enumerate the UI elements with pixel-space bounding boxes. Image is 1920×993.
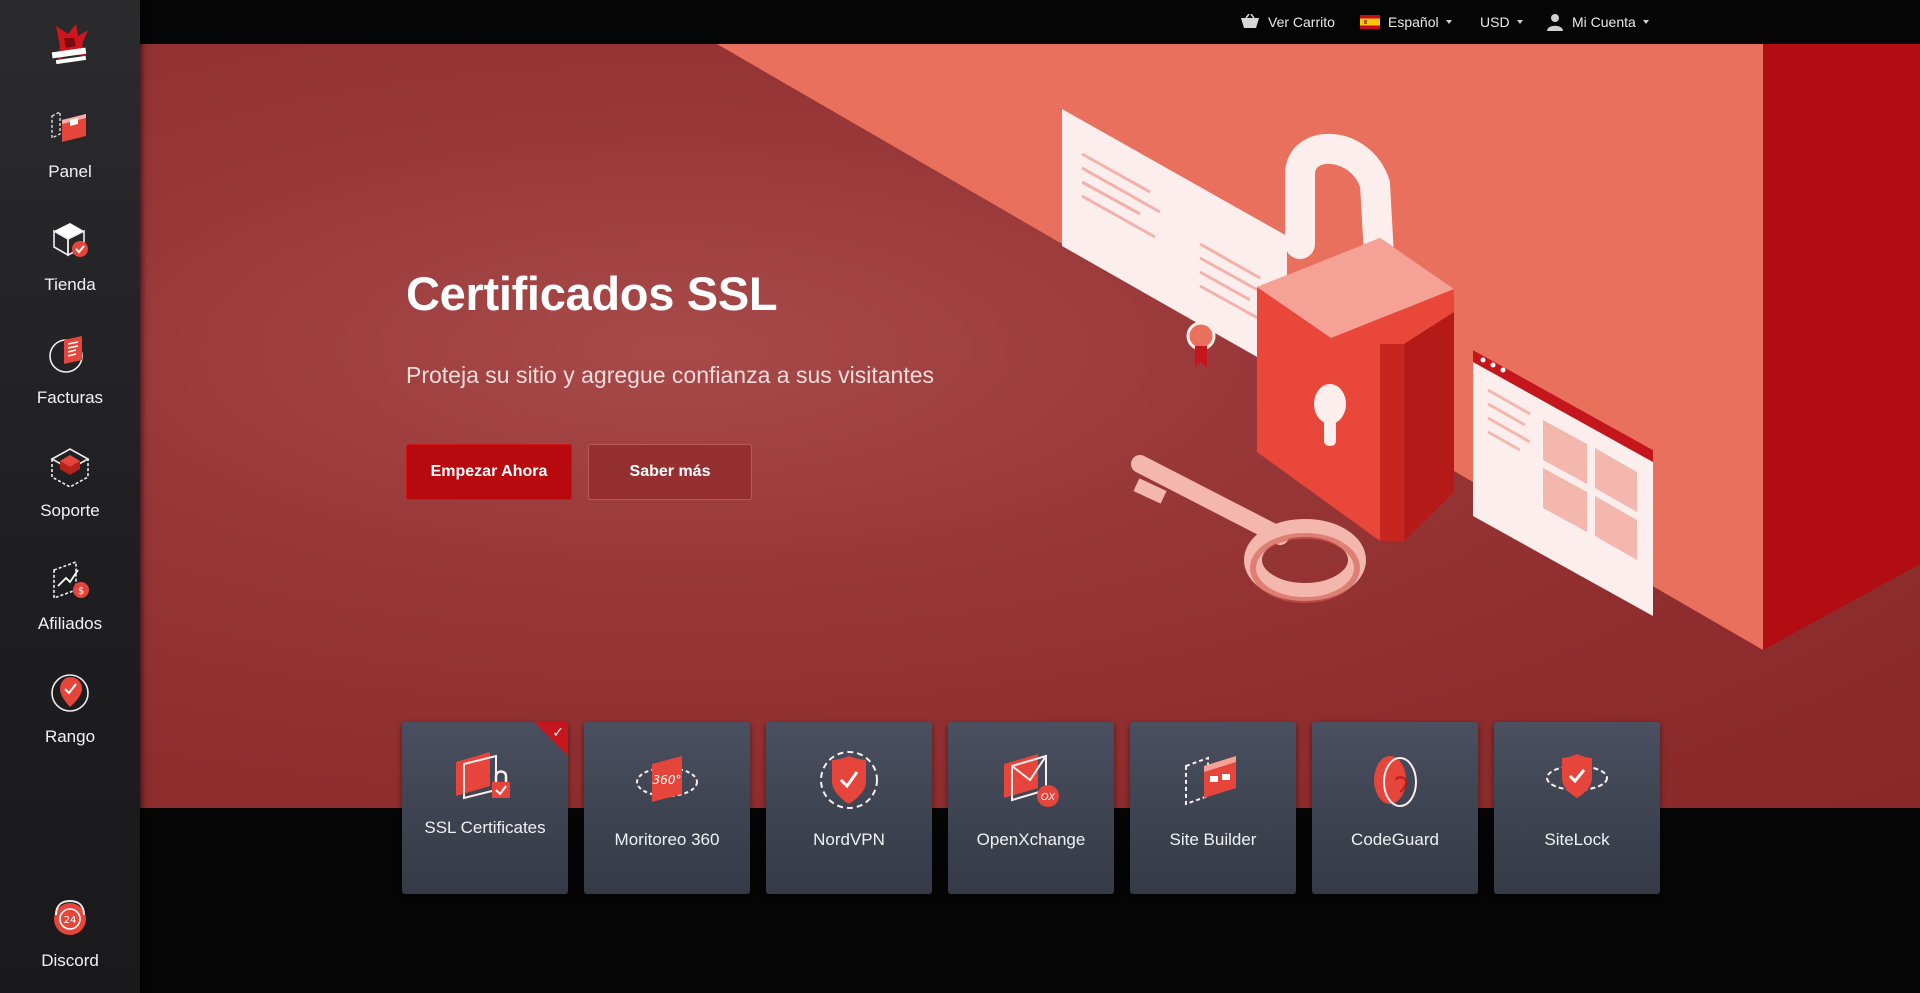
basket-icon [1241, 14, 1259, 28]
discord-icon: 24 [54, 899, 86, 935]
codeguard-icon [1374, 756, 1417, 807]
check-icon: ✓ [552, 724, 564, 740]
sidebar-item-affiliates[interactable]: $ Afiliados [0, 556, 140, 656]
sidebar-item-label: Soporte [40, 501, 100, 520]
panel-icon [51, 110, 86, 142]
chevron-down-icon [1516, 20, 1523, 24]
sidebar-item-label: Rango [44, 727, 96, 746]
cart-link[interactable]: Ver Carrito [1240, 0, 1335, 44]
chevron-down-icon [1642, 20, 1649, 24]
product-label: CodeGuard [1351, 830, 1439, 849]
sidebar-item-panel[interactable]: Panel [0, 104, 140, 204]
user-icon [1547, 14, 1563, 31]
sidebar-item-label: Facturas [36, 388, 104, 407]
chevron-down-icon [1445, 20, 1452, 24]
cart-label: Ver Carrito [1268, 14, 1335, 30]
sidebar-item-invoices[interactable]: Facturas [0, 330, 140, 430]
currency-label: USD [1480, 14, 1510, 30]
start-now-button[interactable]: Empezar Ahora [406, 444, 572, 500]
brand-logo[interactable] [46, 20, 94, 66]
product-cards: ✓ SSL Certificates 360° Moritoreo 360 No… [402, 722, 1660, 894]
sitelock-icon [1546, 754, 1608, 798]
product-card-codeguard[interactable]: CodeGuard [1312, 722, 1478, 894]
svg-text:24: 24 [64, 915, 77, 926]
product-card-sitelock[interactable]: SiteLock [1494, 722, 1660, 894]
product-label: Moritoreo 360 [614, 830, 720, 849]
sidebar-item-rank[interactable]: Rango [0, 669, 140, 769]
sidebar-item-label: Tienda [44, 275, 96, 294]
language-label: Español [1388, 14, 1439, 30]
product-label: OpenXchange [976, 830, 1086, 849]
product-card-monitoring[interactable]: 360° Moritoreo 360 [584, 722, 750, 894]
hero-title: Certificados SSL [406, 267, 778, 320]
affiliates-icon: $ [53, 560, 89, 600]
product-card-nordvpn[interactable]: NordVPN [766, 722, 932, 894]
account-label: Mi Cuenta [1572, 14, 1636, 30]
sidebar-item-store[interactable]: Tienda [0, 217, 140, 317]
account-menu[interactable]: Mi Cuenta [1546, 0, 1649, 44]
product-card-openxchange[interactable]: OX OpenXchange [948, 722, 1114, 894]
sidebar-item-support[interactable]: Soporte [0, 443, 140, 543]
product-label: SiteLock [1544, 830, 1610, 849]
invoices-icon [49, 336, 83, 373]
sidebar-item-discord[interactable]: 24 Discord [0, 893, 140, 993]
learn-more-button[interactable]: Saber más [588, 444, 752, 500]
ssl-certificate-icon [456, 752, 510, 800]
product-label: NordVPN [813, 830, 885, 849]
currency-selector[interactable]: USD [1480, 0, 1523, 44]
hero-subtitle: Proteja su sitio y agregue confianza a s… [406, 362, 935, 388]
product-label: SSL Certificates [424, 818, 546, 837]
svg-text:OX: OX [1041, 792, 1057, 803]
svg-text:$: $ [78, 586, 84, 597]
sidebar: Panel Tienda Facturas Soporte $ Afiliado… [0, 0, 140, 993]
product-card-ssl[interactable]: ✓ SSL Certificates [402, 722, 568, 894]
product-label: Site Builder [1169, 830, 1257, 849]
hero-illustration [717, 44, 1920, 650]
monitoring-360-icon: 360° [636, 756, 698, 802]
sidebar-item-label: Discord [41, 951, 99, 970]
openxchange-icon: OX [1004, 754, 1059, 807]
store-icon [53, 223, 88, 257]
spain-flag-icon [1360, 15, 1380, 29]
language-selector[interactable]: Español [1360, 0, 1452, 44]
sidebar-item-label: Afiliados [37, 614, 103, 633]
support-icon [50, 448, 90, 488]
rank-icon [51, 674, 89, 712]
hero-banner: Certificados SSL Proteja su sitio y agre… [140, 44, 1920, 808]
sidebar-item-label: Panel [48, 162, 92, 181]
site-builder-icon [1185, 756, 1236, 806]
nordvpn-icon [820, 751, 878, 809]
svg-text:360°: 360° [653, 773, 682, 787]
top-bar: Ver Carrito Español USD Mi Cuenta [140, 0, 1920, 44]
product-card-site-builder[interactable]: Site Builder [1130, 722, 1296, 894]
